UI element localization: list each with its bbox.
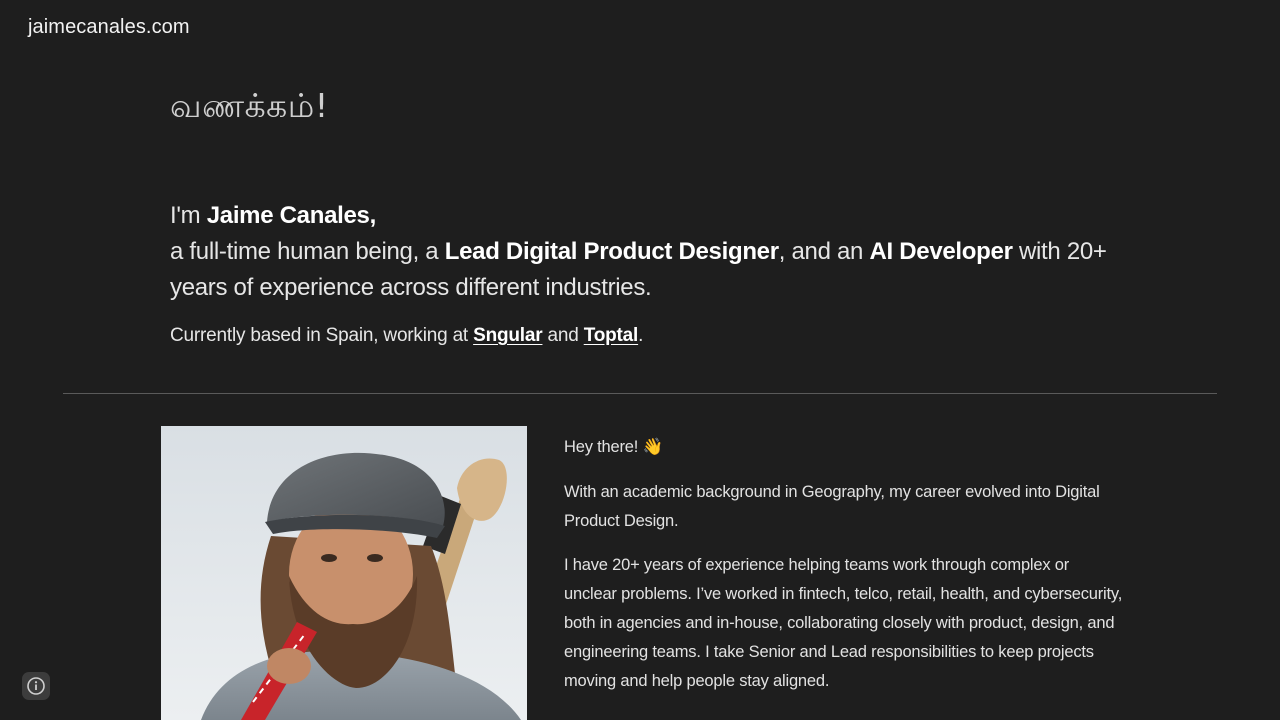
intro-prefix: I'm (170, 202, 207, 229)
intro-text: I'm Jaime Canales, a full-time human bei… (170, 198, 1110, 306)
toptal-link[interactable]: Toptal (584, 325, 639, 346)
intro-role-designer: Lead Digital Product Designer (444, 238, 779, 265)
site-info-button[interactable] (22, 672, 50, 700)
bio-greeting: Hey there! 👋 (564, 438, 663, 456)
section-divider (63, 393, 1217, 394)
location-text: Currently based in Spain, working at Sng… (170, 325, 643, 347)
bio-paragraph-1: With an academic background in Geography… (564, 482, 1100, 530)
info-icon (27, 677, 45, 695)
intro-name: Jaime Canales (206, 202, 370, 229)
bio-paragraph-2: I have 20+ years of experience helping t… (564, 556, 1123, 690)
portrait-image (161, 426, 527, 720)
portrait-illustration (161, 426, 527, 720)
bio-section: Hey there! 👋 With an academic background… (564, 433, 1124, 711)
site-title-link[interactable]: jaimecanales.com (28, 16, 190, 39)
location-prefix: Currently based in Spain, working at (170, 325, 474, 346)
location-suffix: . (638, 325, 644, 346)
intro-role-ai: AI Developer (869, 238, 1013, 265)
intro-text-a: a full-time human being, a (170, 238, 445, 265)
sngular-link[interactable]: Sngular (473, 325, 543, 346)
location-and: and (542, 325, 584, 346)
intro-comma: , (369, 202, 377, 229)
greeting-heading: வணக்கம்! (170, 86, 329, 125)
intro-text-b: , and an (778, 238, 870, 265)
